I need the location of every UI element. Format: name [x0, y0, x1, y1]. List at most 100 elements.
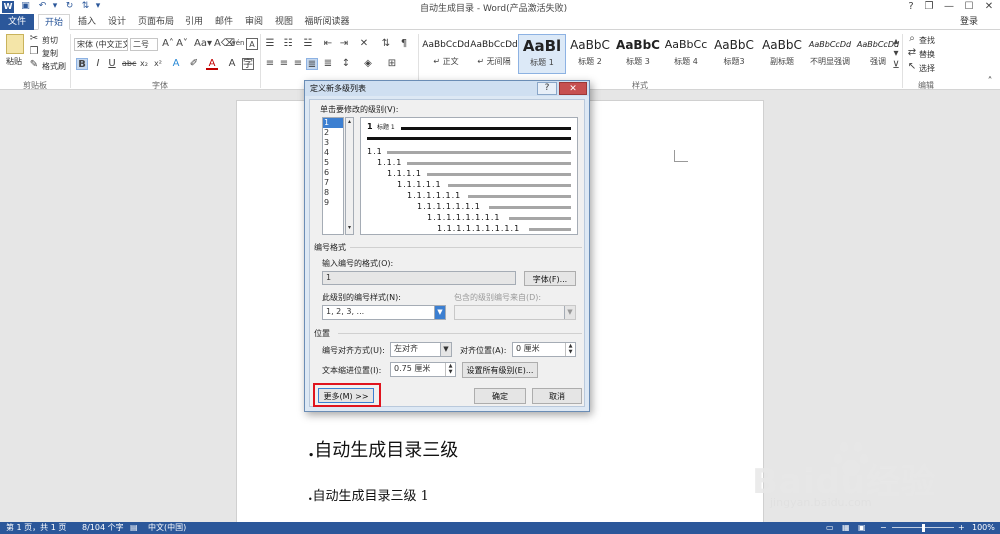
level-option[interactable]: 2: [323, 128, 343, 138]
sort-icon[interactable]: ⇅: [380, 38, 392, 50]
style-item[interactable]: AaBl 标题 1: [518, 34, 566, 74]
word-count[interactable]: 8/104 个字: [82, 522, 124, 534]
tab-references[interactable]: 引用: [180, 14, 208, 30]
line-spacing-icon[interactable]: ↕: [340, 58, 352, 70]
level-option[interactable]: 6: [323, 168, 343, 178]
zoom-slider-thumb[interactable]: [922, 524, 925, 532]
collapse-ribbon-icon[interactable]: ˄: [984, 76, 996, 88]
style-item[interactable]: AaBbCcDd ↵ 无间隔: [470, 34, 518, 74]
highlight-color-icon[interactable]: ✐: [188, 58, 200, 70]
character-shading-icon[interactable]: A: [226, 58, 238, 70]
tab-view[interactable]: 视图: [270, 14, 298, 30]
font-color-icon[interactable]: A: [206, 58, 218, 70]
change-case-icon[interactable]: Aa▾: [194, 38, 212, 50]
bullets-icon[interactable]: ☰: [264, 38, 276, 50]
cut-button[interactable]: 剪切: [42, 35, 58, 46]
redo-icon[interactable]: ↻: [64, 1, 75, 12]
shrink-font-icon[interactable]: A˅: [176, 38, 188, 50]
level-option[interactable]: 8: [323, 188, 343, 198]
text-effects-icon[interactable]: A: [170, 58, 182, 70]
spinner-arrows-icon[interactable]: ▲ ▼: [565, 343, 575, 356]
close-button[interactable]: ✕: [980, 0, 998, 14]
dialog-close-button[interactable]: ✕: [559, 82, 587, 95]
web-layout-icon[interactable]: ▣: [858, 522, 866, 534]
chevron-down-icon[interactable]: ▼: [440, 343, 451, 356]
align-right-icon[interactable]: ≡: [292, 58, 304, 70]
tab-mailings[interactable]: 邮件: [210, 14, 238, 30]
alignment-select[interactable]: 左对齐 ▼: [390, 342, 452, 357]
scroll-down-icon[interactable]: ▾: [346, 224, 353, 231]
ribbon-display-button[interactable]: ❐: [920, 0, 938, 14]
undo-dropdown-icon[interactable]: ▾: [52, 1, 58, 12]
level-option[interactable]: 9: [323, 198, 343, 208]
style-item[interactable]: AaBbC 标题 3: [614, 34, 662, 74]
phonetic-guide-icon[interactable]: wén: [230, 37, 244, 49]
styles-scroll-down-icon[interactable]: ▾: [890, 48, 902, 60]
level-list-scrollbar[interactable]: ▴ ▾: [345, 117, 354, 235]
level-option[interactable]: 4: [323, 148, 343, 158]
format-painter-button[interactable]: 格式刷: [42, 61, 66, 72]
multilevel-list-icon[interactable]: ☱: [302, 38, 314, 50]
spinner-arrows-icon[interactable]: ▲ ▼: [445, 363, 455, 376]
numbering-icon[interactable]: ☷: [282, 38, 294, 50]
select-button[interactable]: 选择: [919, 63, 935, 74]
enclose-characters-icon[interactable]: A: [246, 38, 258, 50]
print-layout-icon[interactable]: ▦: [842, 522, 850, 534]
ok-button[interactable]: 确定: [474, 388, 526, 404]
heading-level-2[interactable]: .自动生成目录三级 1: [308, 485, 429, 504]
tab-foxit-reader[interactable]: 福昕阅读器: [302, 14, 352, 30]
show-marks-icon[interactable]: ¶: [398, 38, 410, 50]
font-size-combo[interactable]: 二号: [130, 38, 158, 51]
zoom-out-icon[interactable]: −: [880, 522, 887, 534]
distributed-icon[interactable]: ≣: [322, 58, 334, 70]
heading-level-1[interactable]: .自动生成目录三级: [308, 436, 458, 462]
tab-file[interactable]: 文件: [0, 14, 34, 30]
read-mode-icon[interactable]: ▭: [826, 522, 834, 534]
italic-icon[interactable]: I: [92, 58, 104, 70]
minimize-button[interactable]: —: [940, 0, 958, 14]
increase-indent-icon[interactable]: ⇥: [338, 38, 350, 50]
set-all-levels-button[interactable]: 设置所有级别(E)...: [462, 362, 538, 378]
bold-icon[interactable]: B: [76, 58, 88, 70]
tab-design[interactable]: 设计: [102, 14, 132, 30]
styles-scroll-up-icon[interactable]: ▴: [890, 36, 902, 48]
style-item[interactable]: AaBbC 标题3: [710, 34, 758, 74]
undo-icon[interactable]: ↶: [37, 1, 48, 12]
style-item[interactable]: AaBbCc 标题 4: [662, 34, 710, 74]
center-icon[interactable]: ≡: [278, 58, 290, 70]
page-count[interactable]: 第 1 页，共 1 页: [6, 522, 66, 534]
tab-review[interactable]: 审阅: [240, 14, 268, 30]
level-list[interactable]: 123456789: [322, 117, 344, 235]
touch-mode-icon[interactable]: ⇅: [80, 1, 91, 12]
align-left-icon[interactable]: ≡: [264, 58, 276, 70]
chevron-down-icon[interactable]: ▼: [434, 306, 445, 319]
underline-icon[interactable]: U: [106, 58, 118, 70]
tab-insert[interactable]: 插入: [72, 14, 102, 30]
decrease-indent-icon[interactable]: ⇤: [322, 38, 334, 50]
scroll-up-icon[interactable]: ▴: [346, 118, 353, 125]
align-at-spinner[interactable]: 0 厘米 ▲ ▼: [512, 342, 576, 357]
styles-more-icon[interactable]: ⊻: [890, 60, 902, 72]
dialog-help-button[interactable]: ?: [537, 82, 557, 95]
find-button[interactable]: 查找: [919, 35, 935, 46]
maximize-button[interactable]: ☐: [960, 0, 978, 14]
chinese-layout-icon[interactable]: ✕: [358, 38, 370, 50]
style-item[interactable]: AaBbCcDd ↵ 正文: [422, 34, 470, 74]
cancel-button[interactable]: 取消: [532, 388, 582, 404]
paste-icon[interactable]: [6, 34, 24, 54]
grow-font-icon[interactable]: A˄: [162, 38, 174, 50]
proofing-icon[interactable]: ▤: [130, 522, 138, 534]
save-icon[interactable]: ▣: [20, 1, 31, 12]
language[interactable]: 中文(中国): [148, 522, 186, 534]
shading-icon[interactable]: ◈: [362, 58, 374, 70]
number-style-select[interactable]: 1, 2, 3, ... ▼: [322, 305, 446, 320]
level-option[interactable]: 7: [323, 178, 343, 188]
zoom-level[interactable]: 100%: [972, 522, 995, 534]
style-item[interactable]: AaBbC 副标题: [758, 34, 806, 74]
style-item[interactable]: AaBbC 标题 2: [566, 34, 614, 74]
character-border-icon[interactable]: 字: [242, 58, 254, 70]
number-format-input[interactable]: 1: [322, 271, 516, 285]
tab-home[interactable]: 开始: [38, 14, 70, 30]
subscript-icon[interactable]: x₂: [138, 58, 150, 70]
clear-formatting-icon[interactable]: A⌫: [214, 38, 235, 50]
